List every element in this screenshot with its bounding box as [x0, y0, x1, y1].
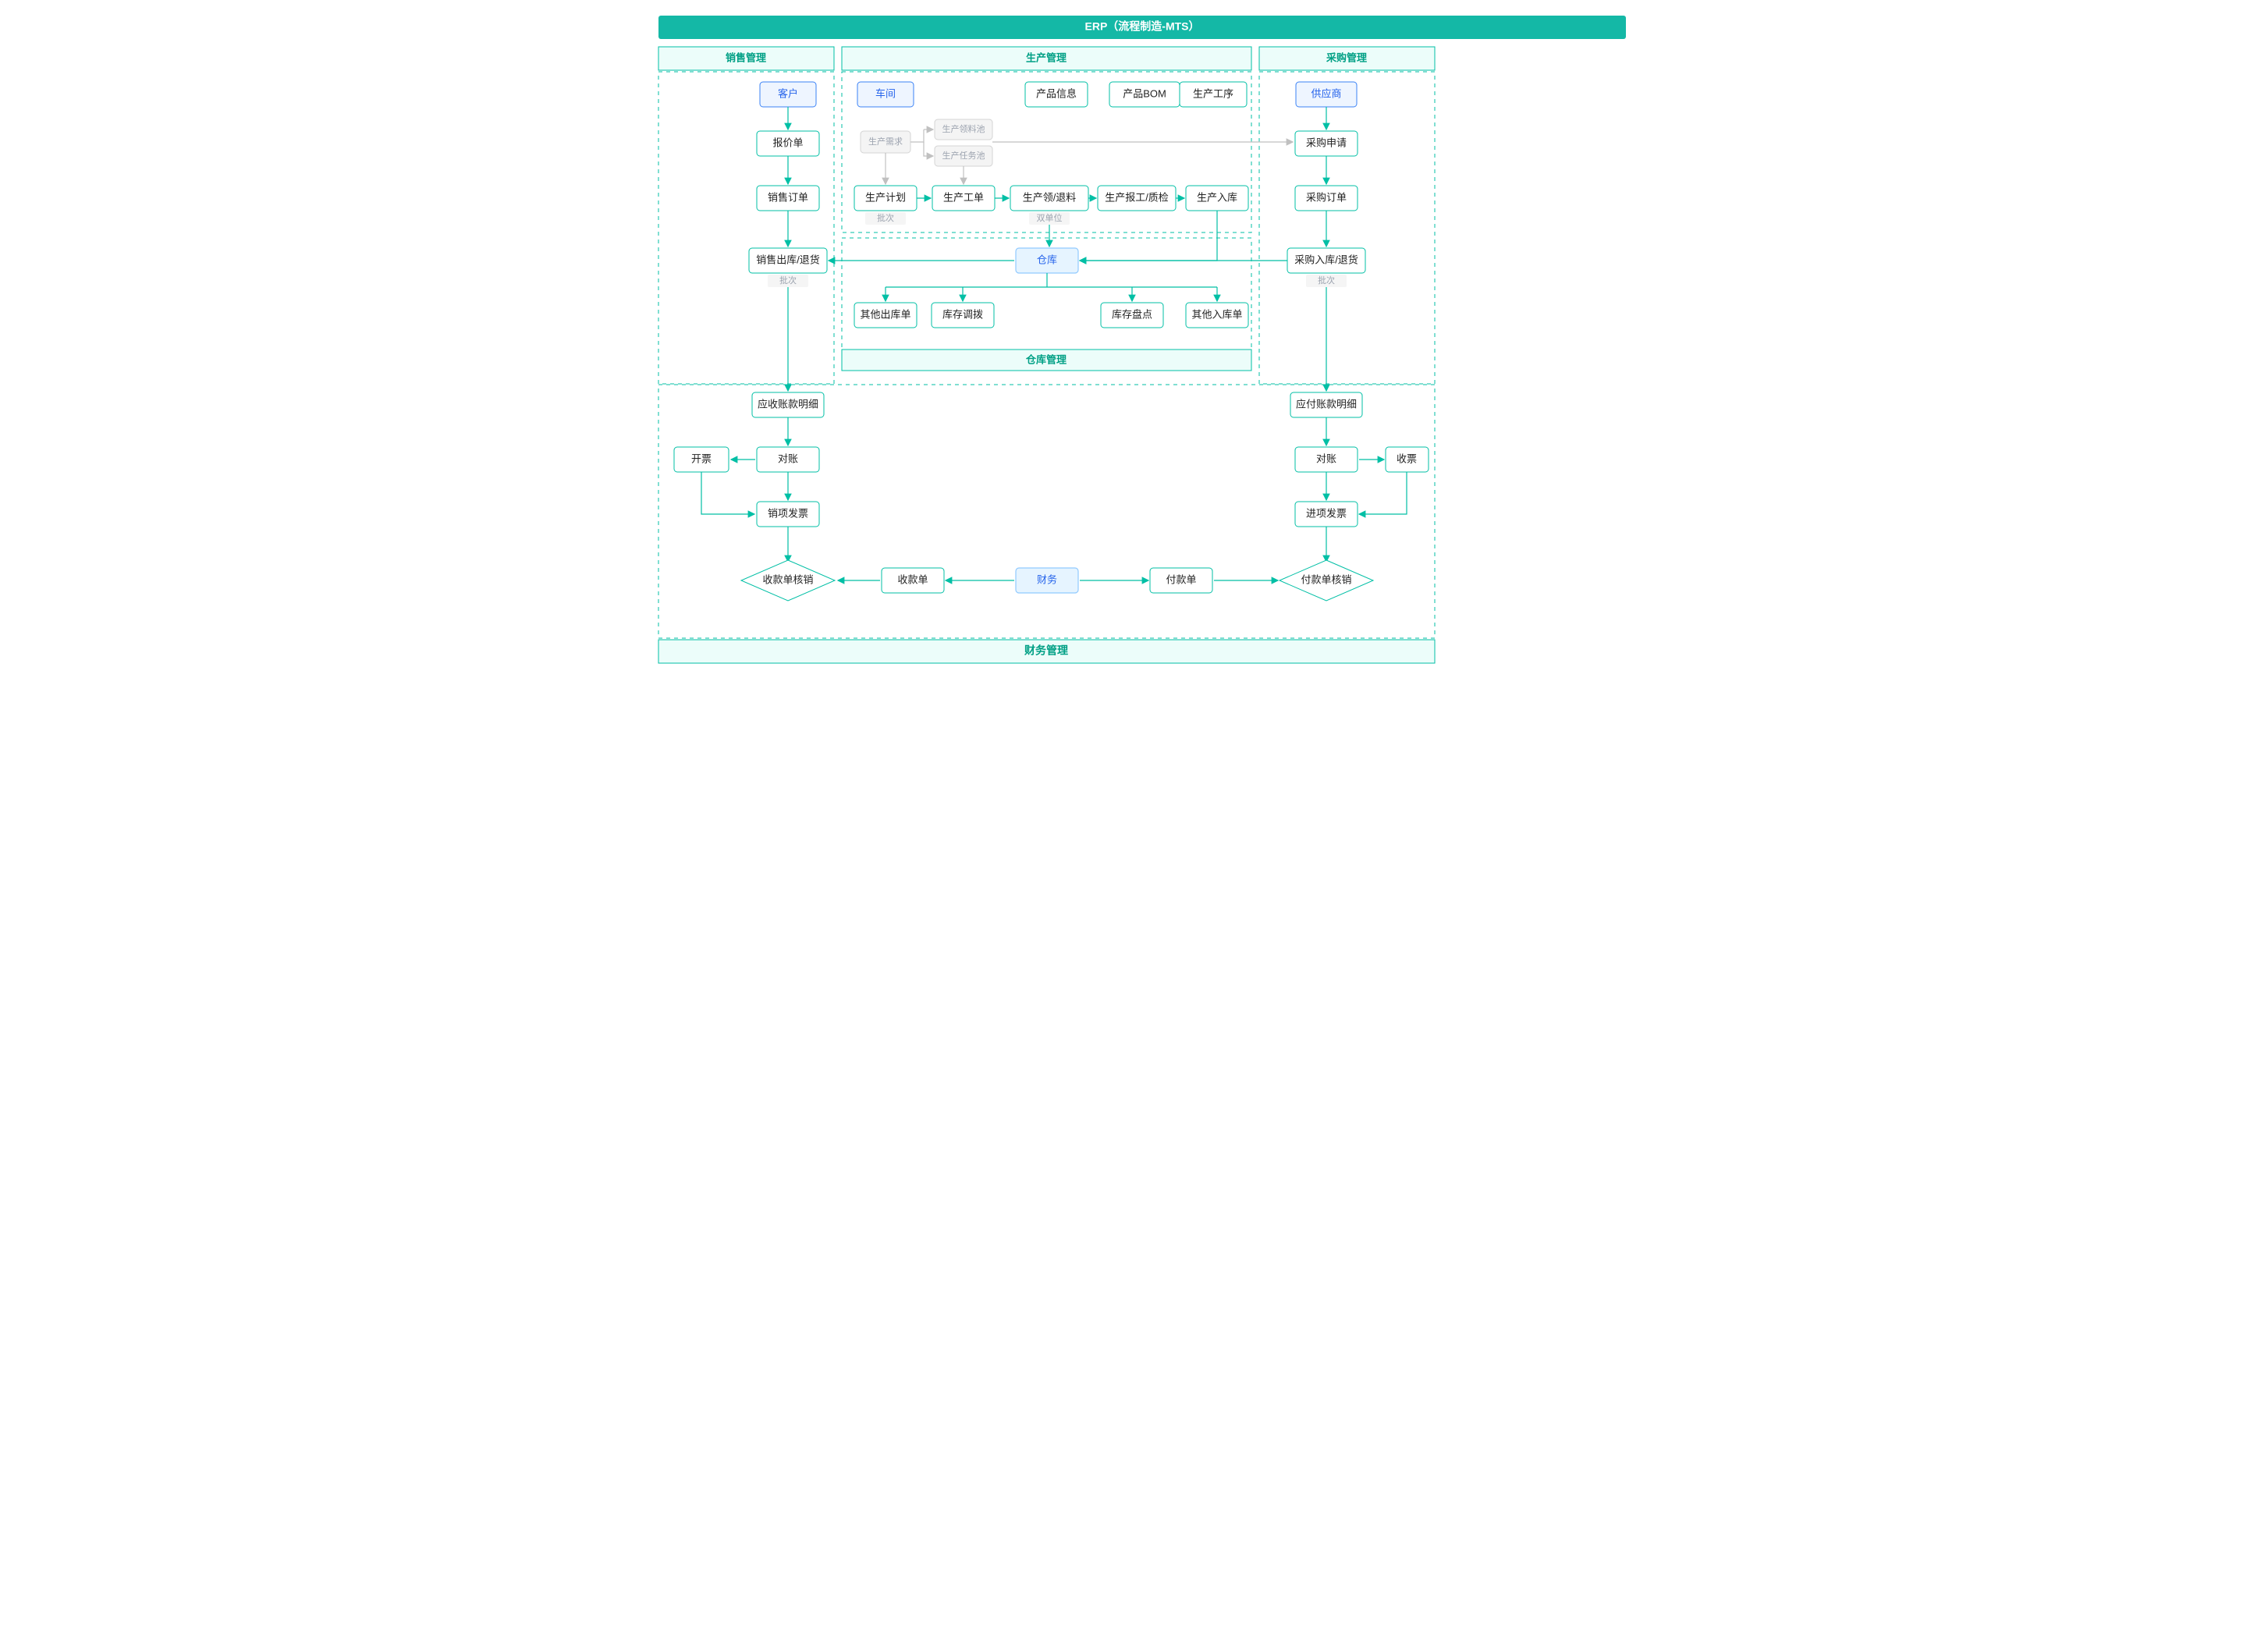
sales-out-batch-tag: 批次: [779, 275, 797, 286]
prod-demand-label: 生产需求: [868, 136, 903, 147]
pick-pool-label: 生产领料池: [942, 123, 985, 134]
ap-detail-label: 应付账款明细: [1295, 398, 1356, 410]
sales-section-label: 销售管理: [725, 51, 765, 63]
prod-pick-dualunit-tag: 双单位: [1036, 212, 1062, 223]
sales-section-frame: [658, 72, 834, 384]
reconcile-s-label: 对账: [777, 452, 797, 464]
prod-process-label: 生产工序: [1192, 87, 1233, 99]
pur-in-batch-tag: 批次: [1318, 275, 1335, 286]
prod-plan-label: 生产计划: [864, 191, 905, 203]
pur-invoice-label: 进项发票: [1305, 507, 1346, 519]
sales-order-label: 销售订单: [767, 191, 807, 203]
prod-info-label: 产品信息: [1035, 87, 1076, 99]
sales-out-label: 销售出库/退货: [756, 254, 820, 265]
prod-pick-label: 生产领/退料: [1022, 191, 1076, 203]
prod-plan-batch-tag: 批次: [877, 212, 894, 223]
finance-section-label: 财务管理: [1024, 644, 1068, 657]
workshop-label: 车间: [875, 87, 895, 99]
title-text: ERP（流程制造-MTS）: [1084, 20, 1199, 33]
transfer-label: 库存调拨: [942, 308, 982, 320]
sales-invoice-label: 销项发票: [767, 507, 807, 519]
production-section-label: 生产管理: [1025, 51, 1066, 63]
pur-order-label: 采购订单: [1305, 191, 1346, 203]
receive-ticket-label: 收票: [1396, 452, 1416, 464]
other-in-label: 其他入库单: [1191, 308, 1242, 320]
receipt-writeoff-label: 收款单核销: [762, 573, 813, 585]
stock-count-label: 库存盘点: [1111, 308, 1152, 320]
pur-req-label: 采购申请: [1305, 137, 1346, 148]
ar-detail-label: 应收账款明细: [757, 398, 818, 410]
invoice-open-label: 开票: [690, 452, 711, 464]
other-out-label: 其他出库单: [860, 308, 910, 320]
purchase-section-label: 采购管理: [1325, 51, 1366, 63]
task-pool-label: 生产任务池: [942, 150, 985, 161]
purchase-section-frame: [1259, 72, 1435, 384]
pur-in-label: 采购入库/退货: [1294, 254, 1358, 265]
supplier-label: 供应商: [1311, 87, 1341, 99]
reconcile-p-label: 对账: [1315, 452, 1336, 464]
erp-diagram: ERP（流程制造-MTS） 销售管理 生产管理 采购管理 客户 报价单 销售订单…: [643, 8, 1642, 726]
payment-label: 付款单: [1166, 573, 1196, 585]
payment-writeoff-label: 付款单核销: [1301, 573, 1351, 585]
warehouse-section-label: 仓库管理: [1024, 353, 1066, 365]
prod-report-label: 生产报工/质检: [1105, 191, 1169, 203]
customer-label: 客户: [777, 87, 797, 99]
receipt-label: 收款单: [897, 573, 928, 585]
prod-bom-label: 产品BOM: [1123, 87, 1166, 99]
prod-in-label: 生产入库: [1196, 191, 1237, 203]
quote-label: 报价单: [772, 137, 803, 148]
warehouse-label: 仓库: [1036, 254, 1056, 265]
finance-entity-label: 财务: [1036, 573, 1056, 585]
prod-order-label: 生产工单: [942, 191, 983, 203]
